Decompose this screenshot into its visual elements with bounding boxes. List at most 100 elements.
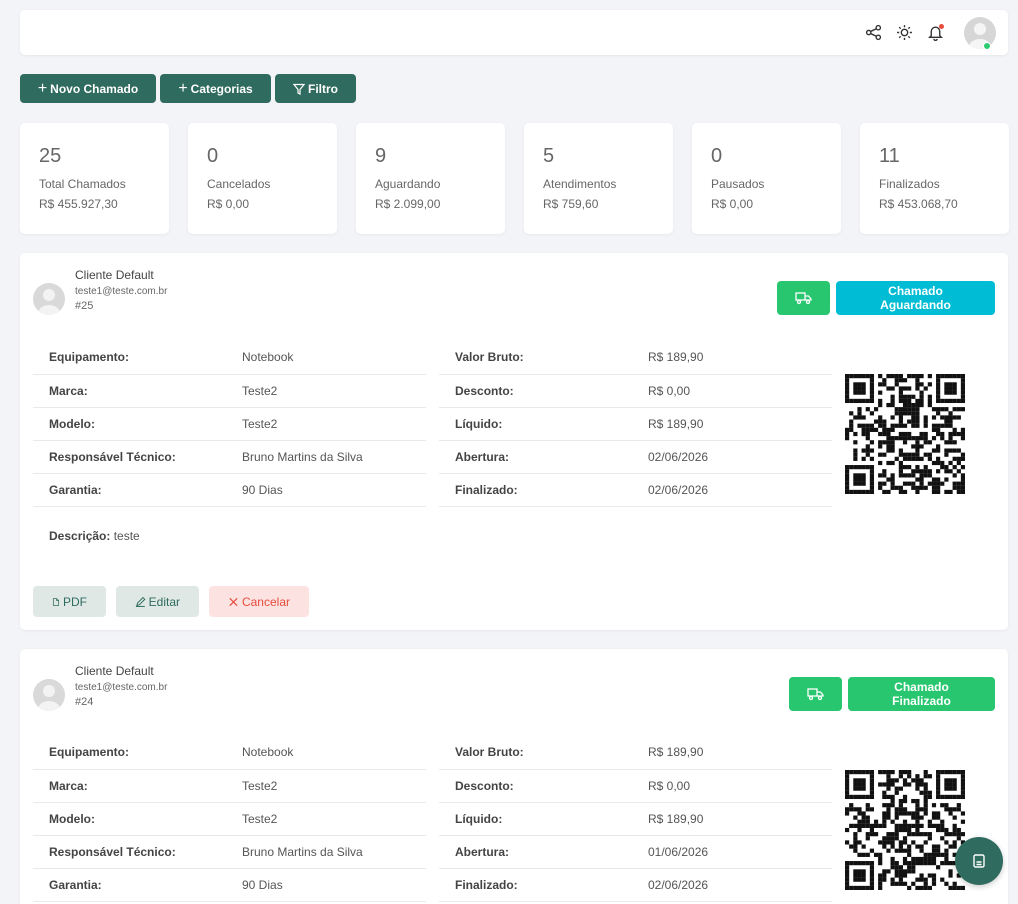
- table-row: Responsável Técnico: Bruno Martins da Sil…: [33, 440, 426, 474]
- detail-key: Valor Bruto:: [439, 736, 632, 770]
- detail-value: 02/06/2026: [632, 440, 832, 474]
- cancel-button[interactable]: Cancelar: [209, 586, 309, 617]
- table-row: Marca: Teste2: [33, 769, 426, 803]
- pdf-button[interactable]: PDF: [33, 586, 106, 617]
- online-status-dot: [983, 41, 991, 50]
- filter-button[interactable]: Filtro: [275, 74, 356, 103]
- share-icon[interactable]: [865, 24, 882, 41]
- delivery-button[interactable]: [789, 677, 842, 711]
- detail-value: R$ 189,90: [632, 407, 832, 441]
- table-row: Valor Bruto: R$ 189,90: [439, 736, 832, 770]
- table-row: Desconto: R$ 0,00: [439, 769, 832, 803]
- detail-value: Teste2: [226, 769, 426, 803]
- filter-icon: [293, 83, 305, 95]
- table-row: Abertura: 01/06/2026: [439, 835, 832, 869]
- detail-value: Teste2: [226, 407, 426, 441]
- floating-action-button[interactable]: [955, 837, 1003, 885]
- detail-value: 01/06/2026: [632, 835, 832, 869]
- truck-icon: [795, 292, 812, 305]
- edit-button[interactable]: Editar: [116, 586, 199, 617]
- table-row: Equipamento: Notebook: [33, 736, 426, 770]
- status-actions: Chamado Aguardando: [777, 281, 995, 315]
- client-email: teste1@teste.com.br: [75, 682, 168, 693]
- table-row: Modelo: Teste2: [33, 407, 426, 441]
- table-row: Abertura: 02/06/2026: [439, 440, 832, 474]
- detail-key: Responsável Técnico:: [33, 835, 226, 869]
- table-row: Finalizado: 02/06/2026: [439, 868, 832, 902]
- stat-label: Pausados: [711, 177, 765, 191]
- action-buttons: + Novo Chamado + Categorias Filtro: [20, 74, 356, 103]
- detail-key: Valor Bruto:: [439, 341, 632, 375]
- detail-value: Notebook: [226, 341, 426, 375]
- stat-count: 9: [375, 145, 387, 167]
- status-actions: Chamado Finalizado: [789, 677, 995, 711]
- cancel-label: Cancelar: [241, 594, 290, 609]
- status-button[interactable]: Chamado Finalizado: [848, 677, 995, 711]
- detail-value: R$ 189,90: [632, 736, 832, 770]
- table-row: Finalizado: 02/06/2026: [439, 473, 832, 507]
- description: Descrição: teste: [49, 529, 140, 543]
- truck-icon: [807, 688, 824, 701]
- detail-key: Marca:: [33, 769, 226, 803]
- pencil-icon: [135, 596, 146, 607]
- qr-code: [845, 770, 965, 890]
- stat-label: Finalizados: [879, 177, 940, 191]
- stat-label: Aguardando: [375, 177, 441, 191]
- stat-card-finished: 11 Finalizados R$ 453.068,70: [860, 123, 1009, 234]
- description-label: Descrição:: [49, 529, 111, 543]
- delivery-button[interactable]: [777, 281, 830, 315]
- client-info: Cliente Default teste1@teste.com.br #25: [33, 267, 167, 315]
- detail-value: Teste2: [226, 802, 426, 836]
- equipment-details-table: Equipamento: Notebook Marca: Teste2 Modelo…: [33, 736, 426, 902]
- categories-label: Categorias: [190, 81, 253, 96]
- stat-card-total: 25 Total Chamados R$ 455.927,30: [20, 123, 169, 234]
- client-email: teste1@teste.com.br: [75, 286, 168, 297]
- new-ticket-label: Novo Chamado: [50, 81, 139, 96]
- ticket-id: #25: [75, 300, 94, 312]
- table-row: Garantia: 90 Dias: [33, 868, 426, 902]
- detail-key: Equipamento:: [33, 341, 226, 375]
- notes-icon: [973, 854, 985, 868]
- detail-value: R$ 0,00: [632, 374, 832, 408]
- table-row: Responsável Técnico: Bruno Martins da Sil…: [33, 835, 426, 869]
- detail-value: Bruno Martins da Silva: [226, 835, 426, 869]
- detail-key: Equipamento:: [33, 736, 226, 770]
- pdf-icon: [52, 597, 60, 606]
- equipment-details-table: Equipamento: Notebook Marca: Teste2 Modelo…: [33, 341, 426, 507]
- detail-value: Teste2: [226, 374, 426, 408]
- stat-amount: R$ 0,00: [711, 197, 754, 211]
- sun-icon[interactable]: [896, 24, 913, 41]
- detail-key: Abertura:: [439, 835, 632, 869]
- new-ticket-button[interactable]: + Novo Chamado: [20, 74, 156, 103]
- stat-amount: R$ 453.068,70: [879, 197, 958, 211]
- filter-label: Filtro: [308, 81, 338, 96]
- stat-label: Total Chamados: [39, 177, 126, 191]
- bell-icon[interactable]: [927, 24, 944, 41]
- stat-count: 11: [879, 145, 900, 167]
- ticket-actions: PDF Editar Cancelar: [33, 586, 309, 617]
- table-row: Desconto: R$ 0,00: [439, 374, 832, 408]
- stat-count: 0: [207, 145, 219, 167]
- financial-details-table: Valor Bruto: R$ 189,90 Desconto: R$ 0,00 L…: [439, 341, 832, 507]
- top-navbar: [20, 10, 1008, 55]
- qr-code: [845, 374, 965, 494]
- detail-key: Modelo:: [33, 802, 226, 836]
- detail-key: Abertura:: [439, 440, 632, 474]
- stat-count: 0: [711, 145, 723, 167]
- plus-icon: +: [37, 79, 48, 97]
- ticket-card: Cliente Default teste1@teste.com.br #25 …: [20, 253, 1008, 630]
- detail-key: Líquido:: [439, 802, 632, 836]
- user-avatar[interactable]: [958, 16, 996, 50]
- detail-value: R$ 189,90: [632, 802, 832, 836]
- stat-amount: R$ 0,00: [207, 197, 250, 211]
- detail-key: Líquido:: [439, 407, 632, 441]
- status-button[interactable]: Chamado Aguardando: [836, 281, 995, 315]
- detail-key: Marca:: [33, 374, 226, 408]
- close-icon: [229, 597, 238, 606]
- detail-value: 90 Dias: [226, 473, 426, 507]
- categories-button[interactable]: + Categorias: [160, 74, 271, 103]
- detail-key: Desconto:: [439, 374, 632, 408]
- client-name: Cliente Default: [75, 268, 154, 282]
- stat-count: 25: [39, 145, 62, 167]
- stats-row: 25 Total Chamados R$ 455.927,30 0 Cancel…: [20, 123, 1009, 234]
